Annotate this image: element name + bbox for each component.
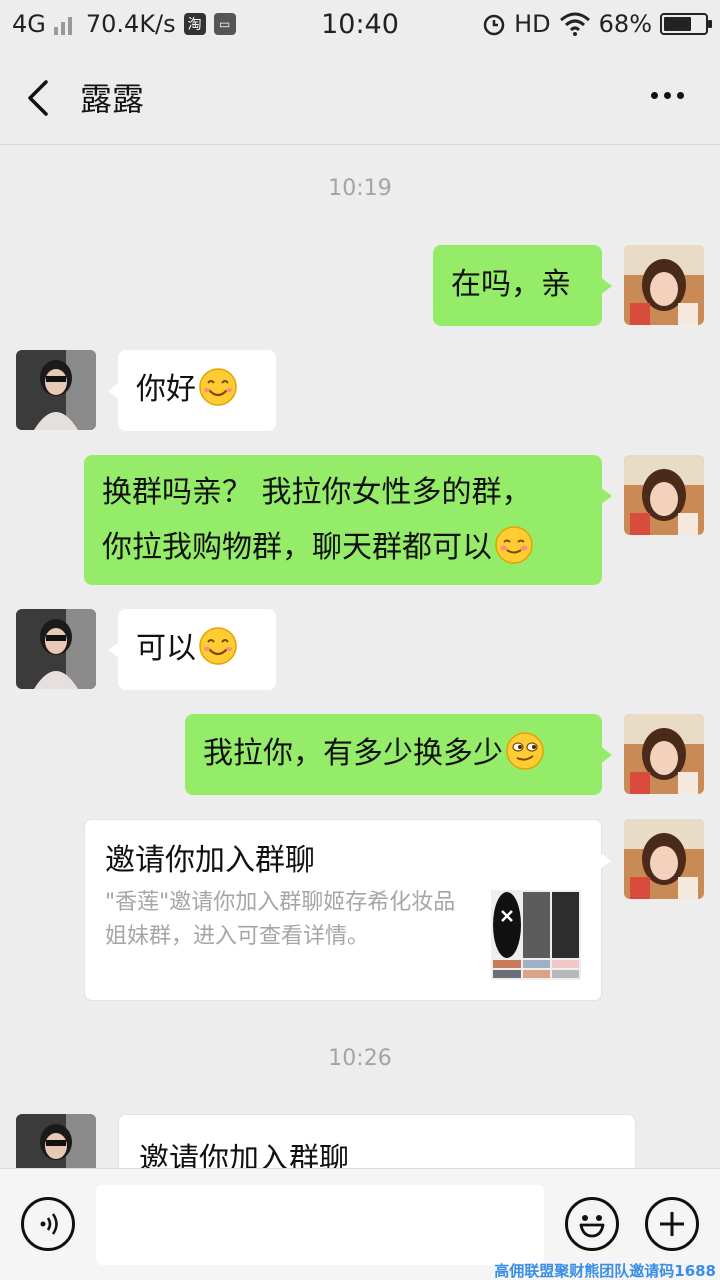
close-icon — [493, 892, 521, 958]
emoji-icon[interactable] — [565, 1197, 619, 1251]
more-icon[interactable] — [651, 92, 684, 99]
message-bubble-received[interactable]: 你好 — [108, 350, 276, 431]
message-text: 可以 — [136, 631, 196, 666]
group-invite-card[interactable]: 邀请你加入群聊 — [118, 1114, 636, 1168]
smirk-emoji-icon — [506, 732, 544, 770]
my-avatar[interactable] — [624, 455, 704, 535]
message-bubble-sent[interactable]: 我拉你，有多少换多少 — [185, 714, 612, 795]
voice-icon[interactable] — [21, 1197, 75, 1251]
status-bar: 4G 70.4K/s 淘 ▭ 10:40 HD 68% — [0, 0, 720, 50]
invite-card-description: "香莲"邀请你加入群聊姬存希化妆品姐妹群，进入可查看详情。 — [105, 890, 456, 949]
message-bubble-sent[interactable]: 换群吗亲？ 我拉你女性多的群， 你拉我购物群，聊天群都可以 — [84, 455, 612, 585]
contact-avatar[interactable] — [16, 350, 96, 430]
invite-card-title: 邀请你加入群聊 — [105, 843, 315, 878]
invite-card-title: 邀请你加入群聊 — [139, 1142, 349, 1169]
contact-avatar[interactable] — [16, 1114, 96, 1168]
contact-avatar[interactable] — [16, 609, 96, 689]
message-bubble-sent[interactable]: 在吗，亲 — [433, 245, 612, 326]
group-invite-card[interactable]: 邀请你加入群聊 "香莲"邀请你加入群聊姬存希化妆品姐妹群，进入可查看详情。 — [84, 819, 611, 1001]
plus-icon[interactable] — [645, 1197, 699, 1251]
blush-emoji-icon — [495, 526, 533, 564]
message-bubble-received[interactable]: 可以 — [108, 609, 276, 690]
my-avatar[interactable] — [624, 245, 704, 325]
my-avatar[interactable] — [624, 714, 704, 794]
watermark-text: 高佣联盟聚财熊团队邀请码1688 — [494, 1262, 716, 1280]
battery-icon — [660, 13, 712, 35]
group-thumbnail — [491, 890, 581, 980]
smile-emoji-icon — [199, 368, 237, 406]
message-text: 你好 — [136, 372, 196, 407]
my-avatar[interactable] — [624, 819, 704, 899]
chat-header: 露露 — [0, 50, 720, 145]
back-arrow-icon[interactable] — [18, 74, 62, 122]
battery-percent: 68% — [598, 10, 652, 38]
message-text: 在吗，亲 — [451, 267, 571, 302]
message-text: 我拉你，有多少换多少 — [203, 736, 503, 771]
wifi-icon — [559, 12, 590, 36]
message-timestamp: 10:19 — [328, 176, 392, 201]
chat-title: 露露 — [80, 80, 145, 118]
smile-emoji-icon — [199, 627, 237, 665]
message-text-line: 你拉我购物群，聊天群都可以 — [102, 530, 492, 565]
message-text-line: 换群吗亲？ 我拉你女性多的群， — [102, 475, 532, 510]
message-timestamp: 10:26 — [328, 1046, 392, 1071]
alarm-icon — [483, 14, 505, 36]
message-input[interactable] — [96, 1185, 544, 1265]
hd-label: HD — [514, 10, 551, 38]
